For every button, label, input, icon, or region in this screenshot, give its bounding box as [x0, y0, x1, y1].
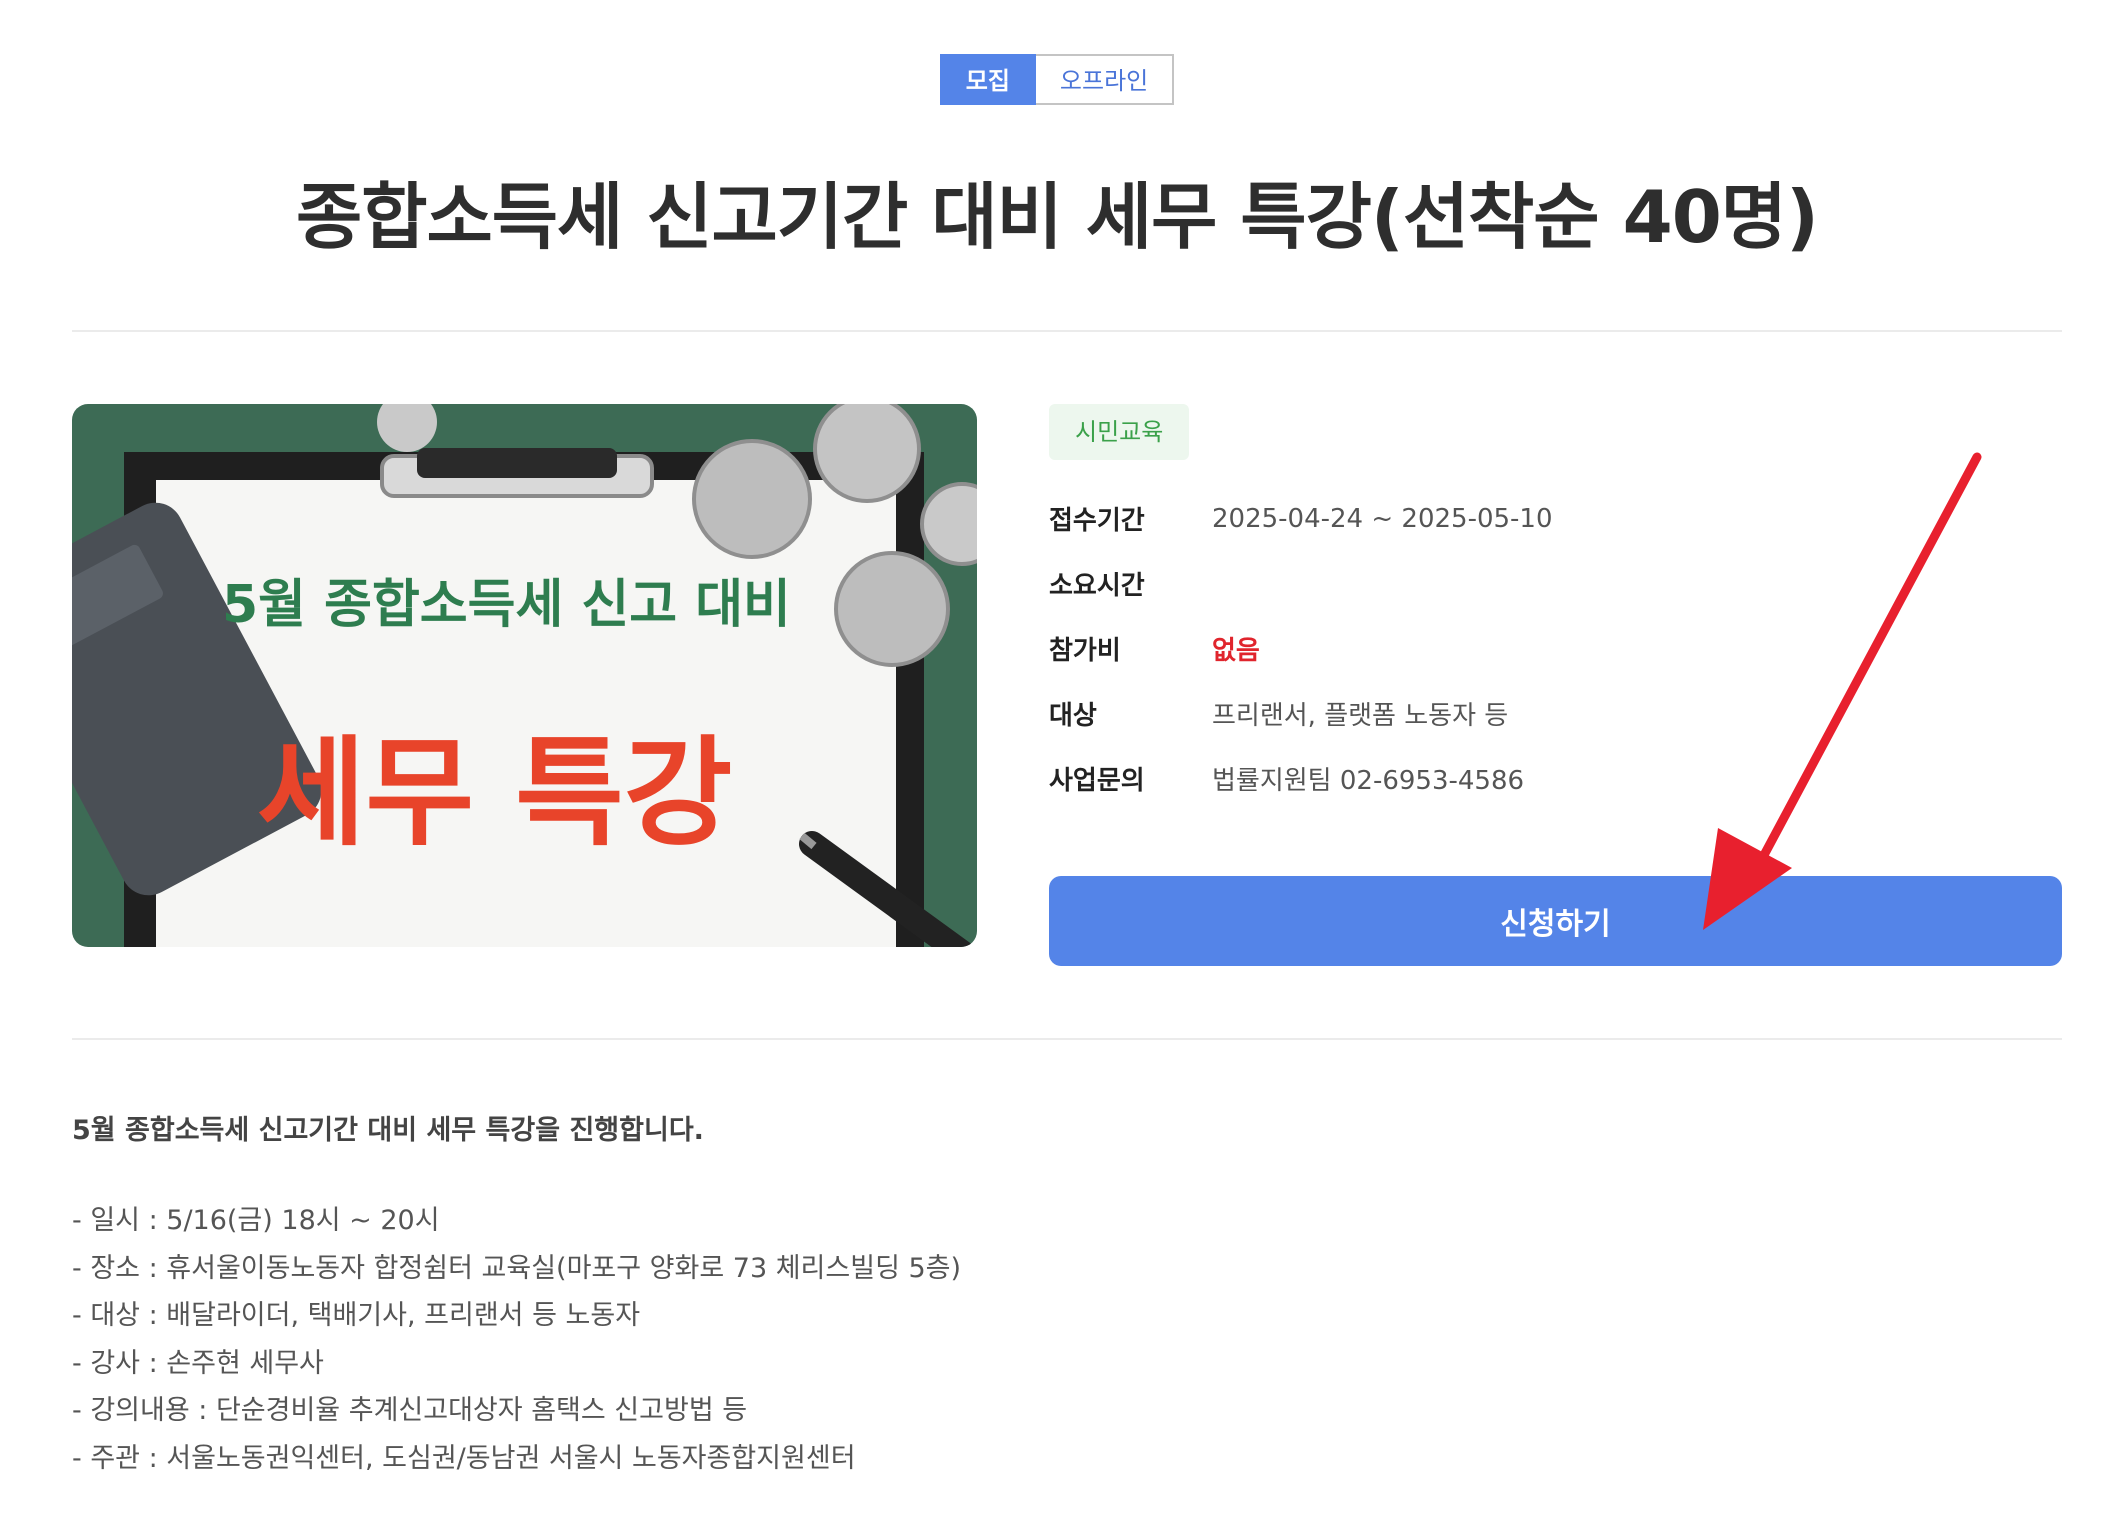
info-label: 참가비	[1049, 636, 1121, 666]
category-badge: 시민교육	[1049, 404, 1190, 460]
event-info: 접수기간 2025-04-24 ~ 2025-05-10 소요시간 참가비 없음…	[1049, 486, 2062, 811]
description-headline: 5월 종합소득세 신고기간 대비 세무 특강을 진행합니다.	[72, 1115, 704, 1146]
status-tag: 모집	[939, 54, 1036, 105]
info-label: 접수기간	[1049, 506, 1145, 536]
info-value: 2025-04-24 ~ 2025-05-10	[1212, 503, 1553, 534]
info-label: 사업문의	[1049, 766, 1145, 796]
mode-tag: 오프라인	[1035, 54, 1175, 105]
description-line: - 대상 : 배달라이더, 택배기사, 프리랜서 등 노동자	[72, 1300, 641, 1331]
description-line: - 장소 : 휴서울이동노동자 합정쉼터 교육실(마포구 양화로 73 체리스빌…	[72, 1252, 962, 1284]
info-row-duration: 소요시간	[1049, 551, 2062, 616]
info-label: 소요시간	[1049, 571, 1145, 601]
divider	[72, 1038, 2062, 1040]
thumbnail-main-text: 세무 특강	[257, 724, 732, 862]
clipboard-clip-top	[417, 448, 617, 478]
info-row-period: 접수기간 2025-04-24 ~ 2025-05-10	[1049, 486, 2062, 551]
info-label: 대상	[1049, 701, 1097, 731]
apply-button[interactable]: 신청하기	[1049, 876, 2062, 966]
description-line: - 일시 : 5/16(금) 18시 ~ 20시	[72, 1205, 440, 1236]
info-row-fee: 참가비 없음	[1049, 616, 2062, 681]
info-row-target: 대상 프리랜서, 플랫폼 노동자 등	[1049, 681, 2062, 746]
info-row-contact: 사업문의 법률지원팀 02-6953-4586	[1049, 746, 2062, 811]
info-value: 없음	[1212, 636, 1260, 666]
page-title: 종합소득세 신고기간 대비 세무 특강(선착순 40명)	[296, 175, 1819, 259]
tag-group: 모집 오프라인	[0, 54, 2114, 105]
info-value: 법률지원팀 02-6953-4586	[1212, 766, 1525, 796]
divider	[72, 330, 2062, 332]
info-value: 프리랜서, 플랫폼 노동자 등	[1212, 701, 1509, 731]
event-thumbnail: 5월 종합소득세 신고 대비 세무 특강	[72, 404, 977, 947]
event-description: 5월 종합소득세 신고기간 대비 세무 특강을 진행합니다. - 일시 : 5/…	[72, 1108, 1972, 1482]
description-line: - 주관 : 서울노동권익센터, 도심권/동남권 서울시 노동자종합지원센터	[72, 1442, 856, 1474]
description-line: - 강사 : 손주현 세무사	[72, 1347, 324, 1379]
description-line: - 강의내용 : 단순경비율 추계신고대상자 홈택스 신고방법 등	[72, 1395, 748, 1426]
thumbnail-headline: 5월 종합소득세 신고 대비	[222, 575, 791, 635]
